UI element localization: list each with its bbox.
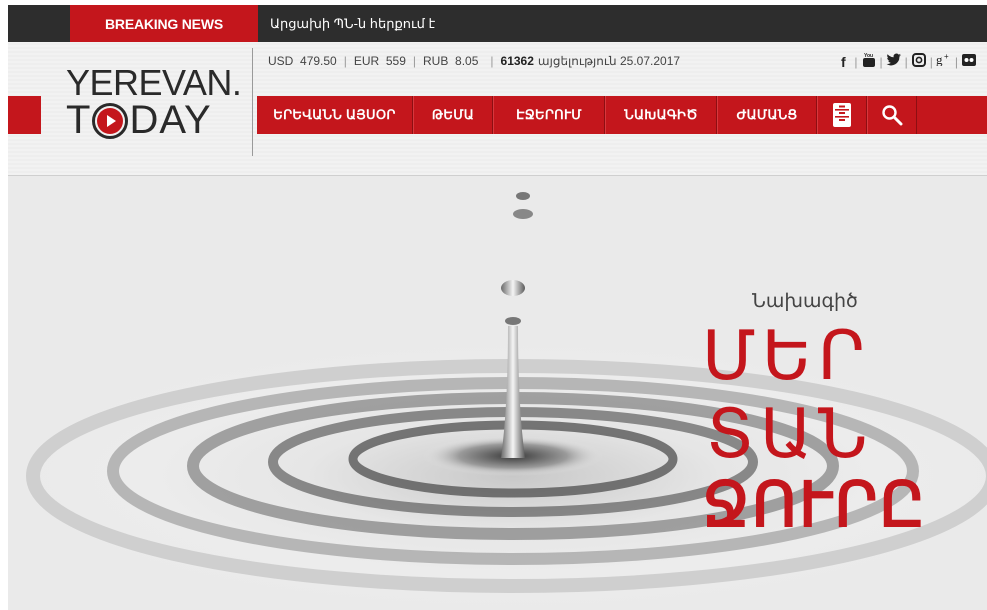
search-button[interactable] (867, 96, 917, 134)
hero-title-line3: ՋՈՒՐԸ (702, 471, 927, 540)
rate-eur: EUR 559 (353, 54, 406, 68)
breaking-news-label: BREAKING NEWS (70, 5, 258, 42)
logo-letter-t: T (66, 98, 92, 142)
nav-item-pages[interactable]: ԷՋԵՐՈՒՄ (493, 96, 605, 134)
rate-rub: RUB 8.05 (423, 54, 479, 68)
svg-text:You: You (864, 53, 873, 59)
hero-banner[interactable]: Նախագիծ ՄԵՐ ՏԱՆ ՋՈՒՐԸ (8, 176, 987, 610)
twitter-icon[interactable] (886, 53, 902, 70)
nav-item-project[interactable]: ՆԱԽԱԳԻԾ (605, 96, 717, 134)
hero-title-line1: ՄԵՐ (702, 318, 871, 394)
play-icon (92, 102, 129, 139)
header-divider (252, 48, 253, 156)
rate-usd: USD 479.50 (268, 54, 337, 68)
nav-item-topic[interactable]: ԹԵՄԱ (413, 96, 493, 134)
nav-left-accent (8, 96, 41, 134)
social-links: f | You | | | g + | (835, 52, 977, 71)
site-logo[interactable]: YEREVAN. T DAY (62, 62, 250, 158)
logo-letters-day: DAY (129, 98, 212, 142)
page: BREAKING NEWS Արցախի ՊՆ-ն հերքում է YERE… (0, 0, 987, 610)
exchange-rates: USD 479.50 | EUR 559 | RUB 8.05 | 61362 ա… (268, 54, 681, 68)
flickr-icon[interactable] (961, 53, 977, 70)
search-icon (882, 105, 903, 126)
facebook-icon[interactable]: f (835, 54, 851, 70)
archive-button[interactable] (817, 96, 867, 134)
svg-text:+: + (944, 52, 949, 61)
nav-right-accent (959, 96, 987, 134)
svg-text:g: g (936, 52, 943, 66)
visits-counter: 61362 այցելություն 25.07.2017 (500, 54, 681, 68)
nav-item-yerevan-today[interactable]: ԵՐԵՎԱՆՆ ԱՅՍՕՐ (257, 96, 413, 134)
youtube-icon[interactable]: You (861, 52, 877, 71)
googleplus-icon[interactable]: g + (936, 52, 952, 71)
instagram-icon[interactable] (911, 53, 927, 70)
breaking-news-bar: BREAKING NEWS Արցախի ՊՆ-ն հերքում է (8, 5, 987, 42)
logo-text-bottom: T DAY (66, 98, 212, 143)
archive-icon (833, 103, 851, 127)
breaking-news-headline[interactable]: Արցախի ՊՆ-ն հերքում է (270, 5, 435, 42)
hero-title-line2: ՏԱՆ (706, 396, 874, 472)
hero-subtitle: Նախագիծ (752, 291, 858, 312)
nav-item-leisure[interactable]: ԺԱՄԱՆՑ (717, 96, 817, 134)
main-nav: ԵՐԵՎԱՆՆ ԱՅՍՕՐ ԹԵՄԱ ԷՋԵՐՈՒՄ ՆԱԽԱԳԻԾ ԺԱՄԱՆ… (257, 96, 959, 134)
